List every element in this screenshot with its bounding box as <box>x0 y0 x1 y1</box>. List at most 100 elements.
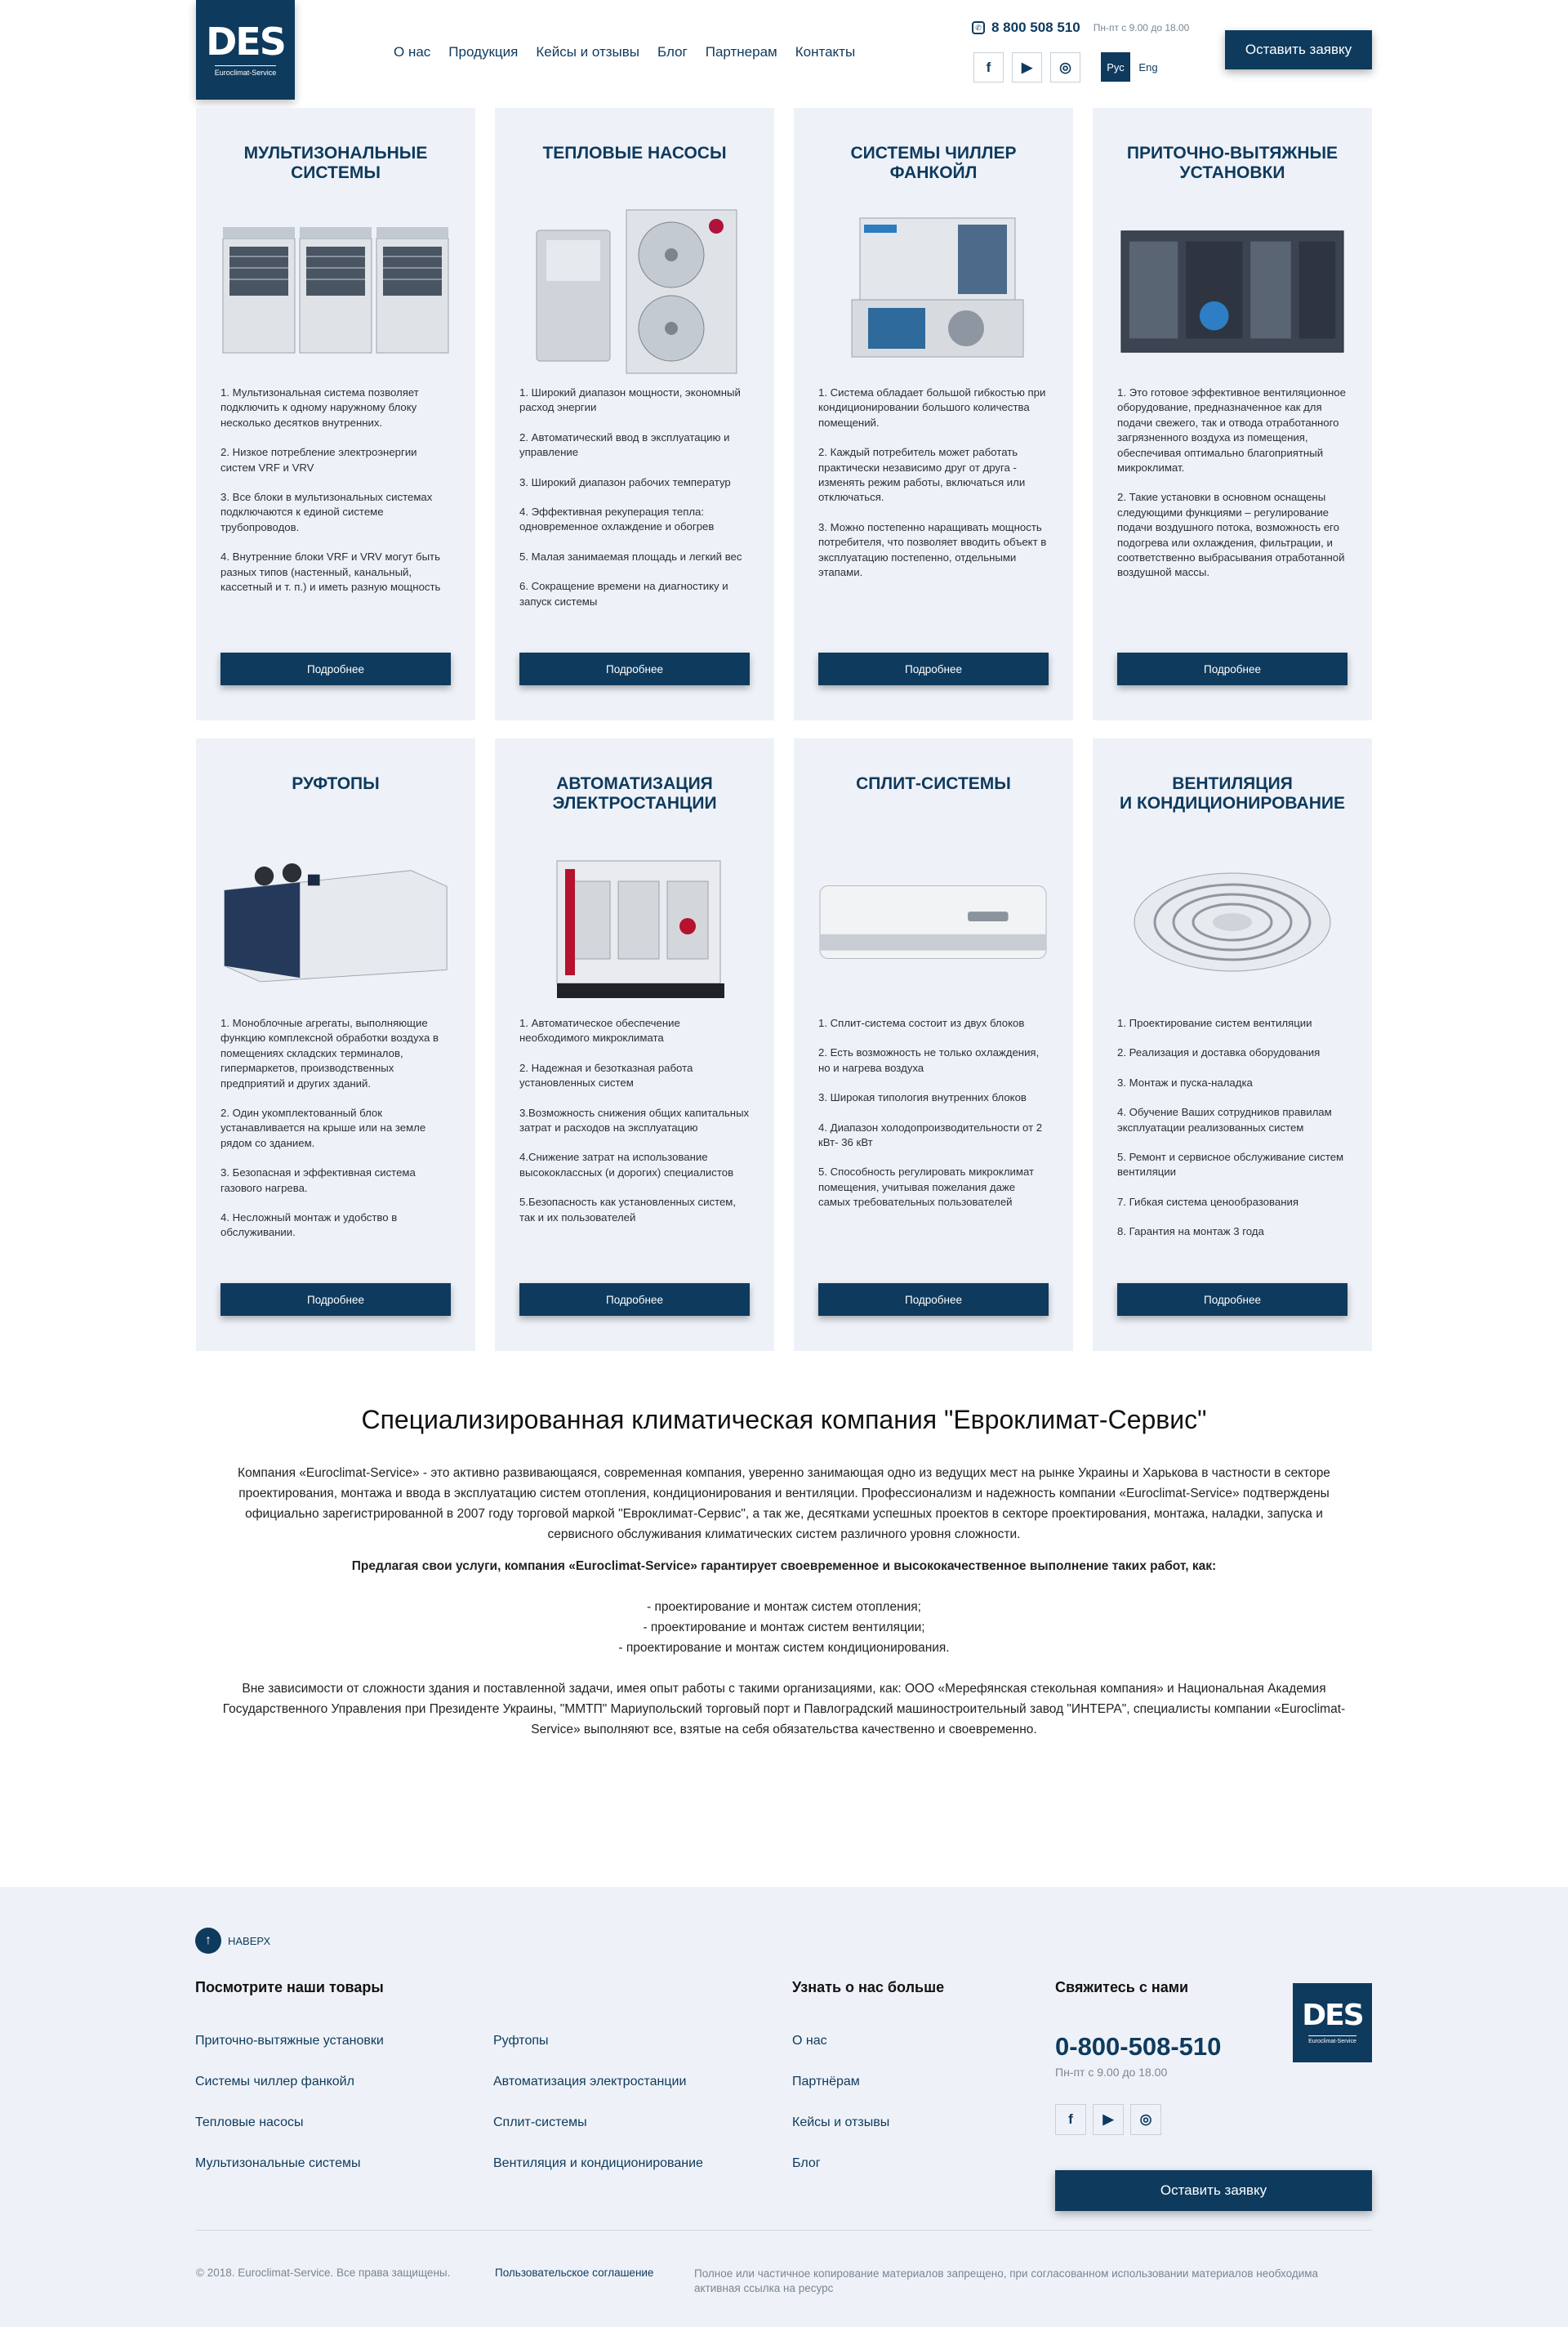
rooftop-unit-image <box>220 828 451 1016</box>
nav-contacts[interactable]: Контакты <box>795 44 855 60</box>
chiller-image <box>818 198 1049 386</box>
split-system-image <box>818 828 1049 1016</box>
product-card-chiller: Системы чиллер фанкойл 1. Система облада… <box>794 108 1073 720</box>
details-button[interactable]: Подробнее <box>818 1283 1049 1316</box>
feature-item: 1. Проектирование систем вентиляции <box>1117 1017 1312 1029</box>
feature-item: 3. Широкий диапазон рабочих температур <box>519 475 731 488</box>
footer-product-link[interactable]: Приточно-вытяжные установки <box>195 2034 384 2048</box>
feature-item: 5. Ремонт и сервисное обслуживание систе… <box>1117 1151 1344 1179</box>
footer-phone[interactable]: 0-800-508-510 <box>1055 2032 1221 2062</box>
footer-about-link[interactable]: Блог <box>792 2156 821 2171</box>
details-button[interactable]: Подробнее <box>220 653 451 685</box>
nav-partners[interactable]: Партнерам <box>706 44 777 60</box>
footer-product-link[interactable]: Системы чиллер фанкойл <box>195 2075 354 2089</box>
feature-item: 1. Сплит-система состоит из двух блоков <box>818 1017 1025 1029</box>
product-card-rooftop: Руфтопы 1. Моноблочные агрегаты, выполня… <box>196 738 475 1351</box>
card-title: Тепловые насосы <box>542 144 727 163</box>
details-button[interactable]: Подробнее <box>519 1283 750 1316</box>
footer-product-link[interactable]: Тепловые насосы <box>195 2115 304 2130</box>
service-item: - проектирование и монтаж систем отоплен… <box>647 1600 921 1614</box>
product-card-vrf: Мультизональные системы 1. Мультизональн… <box>196 108 475 720</box>
footer-about-link[interactable]: Кейсы и отзывы <box>792 2115 889 2130</box>
arrow-up-icon: ↑ <box>195 1928 221 1954</box>
youtube-icon[interactable]: ▶ <box>1093 2104 1124 2135</box>
instagram-icon[interactable]: ◎ <box>1130 2104 1161 2135</box>
site-header: DES Euroclimat-Service О нас Продукция К… <box>0 0 1568 106</box>
header-socials: f ▶ ◎ <box>973 52 1080 82</box>
logo-mark: DES <box>1302 1999 1364 2032</box>
feature-item: 5. Малая занимаемая площадь и легкий вес <box>519 550 742 563</box>
feature-item: 8. Гарантия на монтаж 3 года <box>1117 1225 1264 1238</box>
site-footer: ↑ НАВЕРХ Посмотрите наши товары Приточно… <box>0 1887 1568 2327</box>
details-button[interactable]: Подробнее <box>519 653 750 685</box>
back-to-top[interactable]: ↑ НАВЕРХ <box>195 1928 270 1954</box>
footer-about-link[interactable]: О нас <box>792 2034 827 2048</box>
nav-blog[interactable]: Блог <box>657 44 688 60</box>
feature-item: 2. Реализация и доставка оборудования <box>1117 1046 1321 1059</box>
details-button[interactable]: Подробнее <box>1117 653 1348 685</box>
logo-subtitle: Euroclimat-Service <box>214 65 277 77</box>
site-logo[interactable]: DES Euroclimat-Service <box>196 0 295 100</box>
nav-cases[interactable]: Кейсы и отзывы <box>536 44 639 60</box>
card-title: Сплит-системы <box>856 774 1011 793</box>
details-button[interactable]: Подробнее <box>818 653 1049 685</box>
footer-product-link[interactable]: Вентиляция и кондиционирование <box>493 2156 703 2171</box>
nav-products[interactable]: Продукция <box>448 44 518 60</box>
header-phone-number[interactable]: 8 800 508 510 <box>991 20 1080 36</box>
phone-icon: ✆ <box>972 21 985 34</box>
feature-item: 2. Надежная и безотказная работа установ… <box>519 1061 693 1090</box>
footer-product-link[interactable]: Сплит-системы <box>493 2115 587 2130</box>
card-title: Автоматизация электростанции <box>552 774 717 813</box>
footer-socials: f ▶ ◎ <box>1055 2104 1161 2135</box>
lang-en[interactable]: Eng <box>1134 52 1163 82</box>
details-button[interactable]: Подробнее <box>220 1283 451 1316</box>
user-agreement-link[interactable]: Пользовательское соглашение <box>495 2267 653 2279</box>
feature-item: 1. Это готовое эффективное вентиляционно… <box>1117 386 1346 475</box>
card-title: Руфтопы <box>292 774 380 793</box>
service-item: - проектирование и монтаж систем вентиля… <box>643 1620 925 1634</box>
feature-item: 2. Низкое потребление электроэнергии сис… <box>220 446 417 474</box>
header-hours: Пн-пт с 9.00 до 18.00 <box>1093 22 1190 33</box>
feature-item: 2. Автоматический ввод в эксплуатацию и … <box>519 430 730 459</box>
footer-product-link[interactable]: Мультизональные системы <box>195 2156 360 2171</box>
youtube-icon[interactable]: ▶ <box>1012 52 1042 82</box>
card-title: Вентиляция и кондиционирование <box>1120 774 1345 813</box>
feature-item: 5.Безопасность как установленных систем,… <box>519 1196 737 1224</box>
card-feature-list: 1. Широкий диапазон мощности, экономный … <box>519 386 750 609</box>
facebook-icon[interactable]: f <box>973 52 1004 82</box>
logo-mark: DES <box>206 20 287 64</box>
facebook-icon[interactable]: f <box>1055 2104 1086 2135</box>
product-card-heat-pumps: Тепловые насосы 1. Широкий диапазон мощн… <box>495 108 774 720</box>
product-card-power-automation: Автоматизация электростанции 1. Автомати… <box>495 738 774 1351</box>
feature-item: 4. Внутренние блоки VRF и VRV могут быть… <box>220 551 441 594</box>
generator-image <box>519 828 750 1016</box>
footer-about-heading: Узнать о нас больше <box>792 1979 945 1995</box>
footer-about-link[interactable]: Партнёрам <box>792 2075 860 2089</box>
footer-product-link[interactable]: Автоматизация электростанции <box>493 2075 686 2089</box>
card-title: Мультизональные системы <box>243 144 428 182</box>
details-button[interactable]: Подробнее <box>1117 1283 1348 1316</box>
footer-divider <box>196 2230 1372 2231</box>
feature-item: 7. Гибкая система ценообразования <box>1117 1195 1299 1208</box>
about-section: Специализированная климатическая компани… <box>220 1405 1348 1740</box>
lang-ru[interactable]: Рус <box>1101 52 1130 82</box>
order-button-header[interactable]: Оставить заявку <box>1225 30 1372 69</box>
back-to-top-label: НАВЕРХ <box>228 1934 271 1947</box>
product-card-split: Сплит-системы 1. Сплит-система состоит и… <box>794 738 1073 1351</box>
ceiling-diffuser-image <box>1117 828 1348 1016</box>
services-list: - проектирование и монтаж систем отоплен… <box>220 1597 1348 1658</box>
card-title: Системы чиллер фанкойл <box>850 144 1017 182</box>
order-button-footer[interactable]: Оставить заявку <box>1055 2170 1372 2211</box>
feature-item: 1. Автоматическое обеспечение необходимо… <box>519 1017 680 1045</box>
footer-logo[interactable]: DES Euroclimat-Service <box>1293 1983 1372 2062</box>
footer-product-link[interactable]: Руфтопы <box>493 2034 549 2048</box>
feature-item: 3. Все блоки в мультизональных системах … <box>220 491 433 533</box>
instagram-icon[interactable]: ◎ <box>1050 52 1080 82</box>
card-feature-list: 1. Проектирование систем вентиляции 2. Р… <box>1117 1016 1348 1240</box>
about-lead: Предлагая свои услуги, компания «Eurocli… <box>351 1559 1217 1573</box>
vrf-unit-image <box>220 198 451 386</box>
feature-item: 4. Диапазон холодопроизводительности от … <box>818 1121 1043 1149</box>
nav-about[interactable]: О нас <box>394 44 430 60</box>
product-card-ahu: Приточно-вытяжные установки 1. Это готов… <box>1093 108 1372 720</box>
copy-notice: Полное или частичное копирование материа… <box>694 2267 1319 2294</box>
